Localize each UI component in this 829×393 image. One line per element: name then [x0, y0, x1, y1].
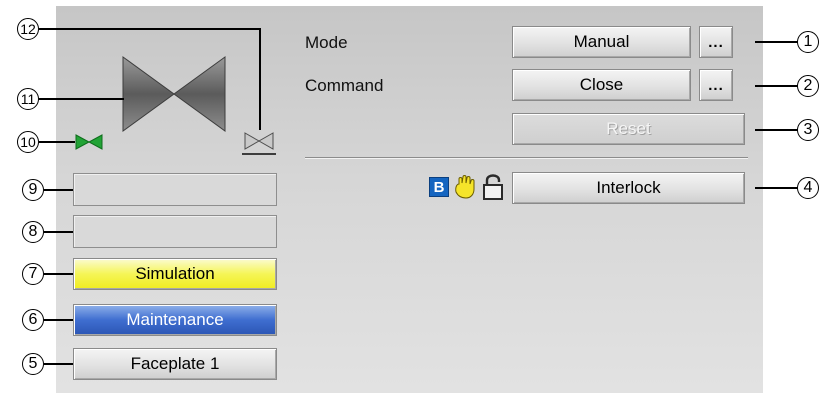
- callout-6-leader: [44, 319, 73, 321]
- callout-4: 4: [797, 177, 819, 199]
- simulation-status: Simulation: [73, 258, 277, 290]
- faceplate-button[interactable]: Faceplate 1: [73, 348, 277, 380]
- open-lock-icon: [483, 174, 503, 200]
- callout-6: 6: [22, 309, 44, 331]
- valve-icon: [122, 56, 226, 132]
- callout-7: 7: [22, 263, 44, 285]
- callout-11: 11: [17, 88, 39, 110]
- callout-1: 1: [797, 31, 819, 53]
- callout-4-leader: [755, 187, 798, 189]
- mode-button[interactable]: Manual: [512, 26, 691, 58]
- callout-12-leader: [39, 28, 261, 30]
- callout-12: 12: [17, 18, 39, 40]
- command-button[interactable]: Close: [512, 69, 691, 101]
- callout-3-leader: [755, 129, 798, 131]
- separator: [305, 157, 748, 158]
- callout-2: 2: [797, 75, 819, 97]
- command-more-button[interactable]: ...: [699, 69, 733, 101]
- small-valve-open-icon: [75, 134, 103, 150]
- callout-12-leader-v: [259, 28, 261, 130]
- callout-1-leader: [755, 41, 798, 43]
- maintenance-status: Maintenance: [73, 304, 277, 336]
- callout-9-leader: [44, 189, 73, 191]
- callout-10-leader: [39, 141, 75, 143]
- mode-more-button[interactable]: ...: [699, 26, 733, 58]
- callout-11-leader: [39, 98, 124, 100]
- status-field-9: [73, 173, 277, 206]
- callout-5: 5: [22, 353, 44, 375]
- callout-9: 9: [22, 179, 44, 201]
- callout-5-leader: [44, 363, 73, 365]
- callout-7-leader: [44, 273, 73, 275]
- bypass-badge: B: [429, 177, 449, 197]
- callout-2-leader: [755, 85, 798, 87]
- reset-button[interactable]: Reset: [512, 113, 745, 145]
- callout-3: 3: [797, 119, 819, 141]
- interlock-button[interactable]: Interlock: [512, 172, 745, 204]
- status-field-8: [73, 215, 277, 248]
- callout-10: 10: [17, 131, 39, 153]
- callout-8-leader: [44, 231, 73, 233]
- command-label: Command: [305, 76, 384, 95]
- small-valve-closed-icon: [242, 132, 276, 155]
- mode-label: Mode: [305, 33, 348, 52]
- hand-icon: [455, 175, 475, 199]
- callout-8: 8: [22, 221, 44, 243]
